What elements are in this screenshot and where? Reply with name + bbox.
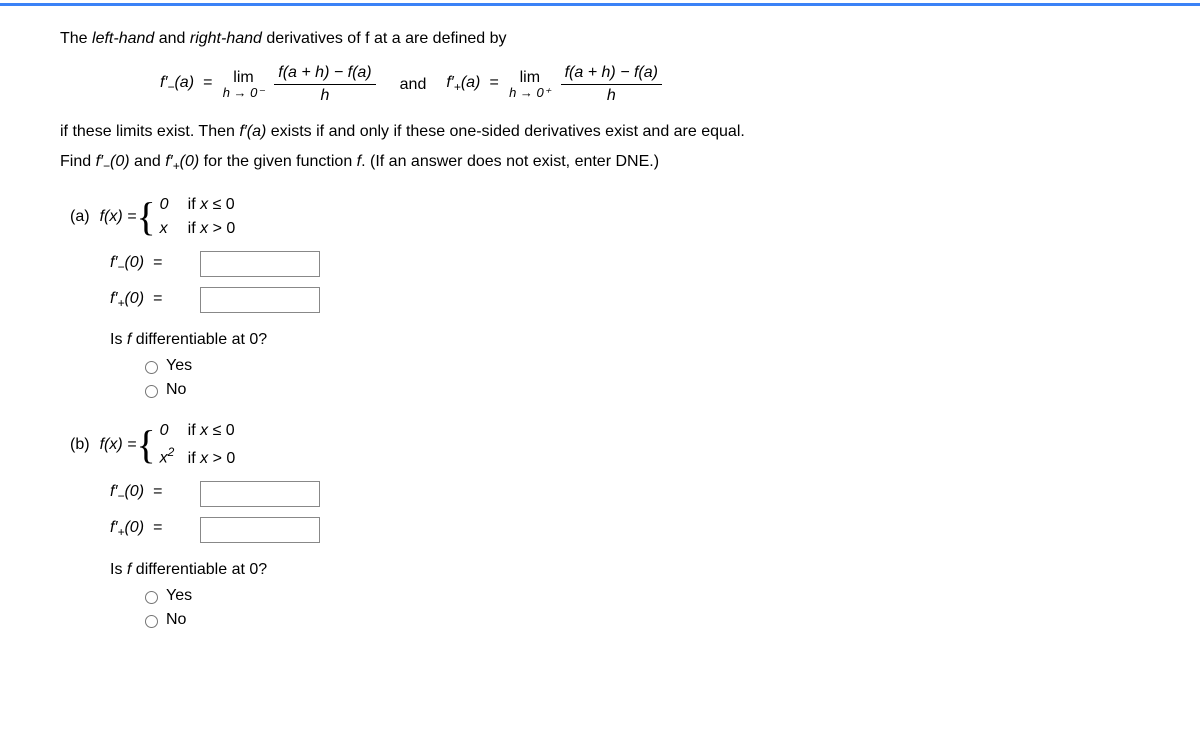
part-b-function: (b) f(x) = { 0 if x ≤ 0 x2 if x > 0 [70, 419, 1140, 470]
part-a-piecewise: { 0 if x ≤ 0 x if x > 0 [136, 193, 235, 241]
part-a-yes-label: Yes [166, 357, 192, 375]
para2-b: f′−(0) [96, 153, 130, 170]
intro-suffix: derivatives of f at a are defined by [262, 30, 507, 47]
part-a-ans1-input[interactable] [200, 251, 320, 277]
lim-right-under: h → 0⁺ [509, 86, 551, 100]
part-a-case1-val: 0 [160, 193, 188, 217]
part-b-piecewise: { 0 if x ≤ 0 x2 if x > 0 [136, 419, 235, 470]
part-a-case2-val: x [160, 217, 188, 241]
part-b-case2-cond: if x > 0 [188, 447, 236, 471]
para2-g: . (If an answer does not exist, enter DN… [361, 153, 659, 170]
para2-d: f′+(0) [165, 153, 199, 170]
part-b-yes-label: Yes [166, 587, 192, 605]
lim-word-right: lim [520, 69, 540, 87]
part-a-case2-cond: if x > 0 [188, 217, 236, 241]
part-b-yes-row: Yes [140, 587, 1140, 605]
frac-den-left: h [321, 85, 330, 105]
part-a-no-label: No [166, 381, 186, 399]
part-a-ans2-input[interactable] [200, 287, 320, 313]
part-b-radio-no[interactable] [145, 615, 158, 628]
part-a-case1-cond: if x ≤ 0 [188, 193, 235, 217]
right-deriv-label: f′+(a) = [446, 74, 503, 94]
intro-right-hand: right-hand [190, 30, 262, 47]
part-b-ans2-label: f′+(0) = [110, 519, 190, 539]
brace-icon: { [136, 197, 155, 237]
lim-left-under: h → 0⁻ [223, 86, 265, 100]
lim-left: lim h → 0⁻ [223, 69, 265, 101]
intro-prefix: The [60, 30, 92, 47]
part-a-answer2: f′+(0) = [110, 287, 1140, 313]
intro-text: The left-hand and right-hand derivatives… [60, 30, 1140, 48]
find-paragraph: Find f′−(0) and f′+(0) for the given fun… [60, 153, 1140, 173]
part-a-radio-no[interactable] [145, 385, 158, 398]
para2-c: and [130, 153, 166, 170]
frac-num-left: f(a + h) − f(a) [274, 64, 375, 85]
definition-formula: f′−(a) = lim h → 0⁻ f(a + h) − f(a) h an… [60, 64, 1140, 105]
existence-paragraph: if these limits exist. Then f′(a) exists… [60, 123, 1140, 141]
para1-b: f′(a) [239, 123, 266, 140]
part-b-answer2: f′+(0) = [110, 517, 1140, 543]
part-b-no-label: No [166, 611, 186, 629]
part-b-radio-yes[interactable] [145, 591, 158, 604]
part-b-case1-val: 0 [160, 419, 188, 443]
part-a-answer1: f′−(0) = [110, 251, 1140, 277]
formula-and: and [400, 76, 427, 94]
part-b-answer1: f′−(0) = [110, 481, 1140, 507]
part-a-label: (a) [70, 208, 90, 226]
para1-a: if these limits exist. Then [60, 123, 239, 140]
part-a-radio-yes[interactable] [145, 361, 158, 374]
fraction-right: f(a + h) − f(a) h [561, 64, 662, 105]
part-b-func-lead: f(x) = [100, 436, 137, 454]
part-b-no-row: No [140, 611, 1140, 629]
lim-word-left: lim [233, 69, 253, 87]
part-b-case2-val: x2 [160, 443, 188, 470]
fraction-left: f(a + h) − f(a) h [274, 64, 375, 105]
part-a-yes-row: Yes [140, 357, 1140, 375]
part-a-no-row: No [140, 381, 1140, 399]
part-b-case1-cond: if x ≤ 0 [188, 419, 235, 443]
frac-num-right: f(a + h) − f(a) [561, 64, 662, 85]
part-a-func-lead: f(x) = [100, 208, 137, 226]
part-b-question: Is f differentiable at 0? [110, 561, 1140, 579]
brace-icon: { [136, 425, 155, 465]
part-b-ans2-input[interactable] [200, 517, 320, 543]
part-a-ans1-label: f′−(0) = [110, 254, 190, 274]
part-b-ans1-input[interactable] [200, 481, 320, 507]
para1-c: exists if and only if these one-sided de… [266, 123, 745, 140]
part-a-ans2-label: f′+(0) = [110, 290, 190, 310]
part-b: (b) f(x) = { 0 if x ≤ 0 x2 if x > 0 f′−(… [60, 419, 1140, 628]
frac-den-right: h [607, 85, 616, 105]
para2-a: Find [60, 153, 96, 170]
lim-right: lim h → 0⁺ [509, 69, 551, 101]
part-b-ans1-label: f′−(0) = [110, 483, 190, 503]
part-a: (a) f(x) = { 0 if x ≤ 0 x if x > 0 f′−(0… [60, 193, 1140, 399]
problem-content: The left-hand and right-hand derivatives… [0, 6, 1200, 659]
part-b-label: (b) [70, 436, 90, 454]
left-deriv-label: f′−(a) = [160, 74, 217, 94]
part-a-question: Is f differentiable at 0? [110, 331, 1140, 349]
intro-left-hand: left-hand [92, 30, 154, 47]
part-a-function: (a) f(x) = { 0 if x ≤ 0 x if x > 0 [70, 193, 1140, 241]
para2-e: for the given function [199, 153, 356, 170]
intro-and: and [154, 30, 190, 47]
